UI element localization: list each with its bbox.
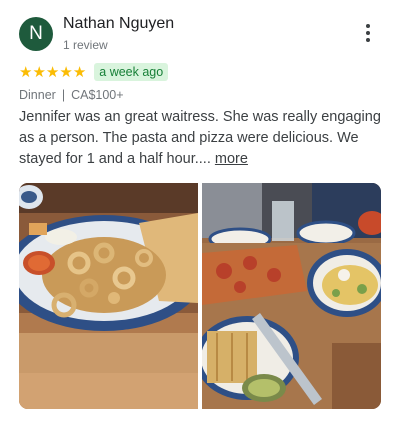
review-header: N Nathan Nguyen 1 review [0,0,400,60]
time-ago-badge: a week ago [94,63,169,81]
review-photos [19,183,381,409]
pizza-table-photo-image [202,183,381,409]
calamari-photo-image [19,183,198,409]
photo-calamari[interactable] [19,183,198,409]
star-rating: ★ ★ ★ ★ ★ [19,64,86,80]
star-icon: ★ [59,63,73,81]
avatar[interactable]: N [19,17,53,51]
star-icon: ★ [19,63,33,81]
review-count: 1 review [63,38,108,52]
visit-meta: Dinner | CA$100+ [19,88,124,102]
reviewer-name[interactable]: Nathan Nguyen [63,15,174,33]
star-icon: ★ [72,63,87,81]
meal-type: Dinner [19,88,56,102]
review-body: Jennifer was an great waitress. She was … [19,109,381,167]
review-text: Jennifer was an great waitress. She was … [19,107,389,170]
more-link[interactable]: more [215,151,248,167]
meta-separator: | [61,88,66,102]
star-icon: ★ [45,63,60,81]
price-range: CA$100+ [71,88,124,102]
star-icon: ★ [32,63,46,81]
more-vert-icon[interactable] [361,24,375,46]
rating-row: ★ ★ ★ ★ ★ a week ago [19,63,169,81]
photo-pizza-table[interactable] [202,183,381,409]
